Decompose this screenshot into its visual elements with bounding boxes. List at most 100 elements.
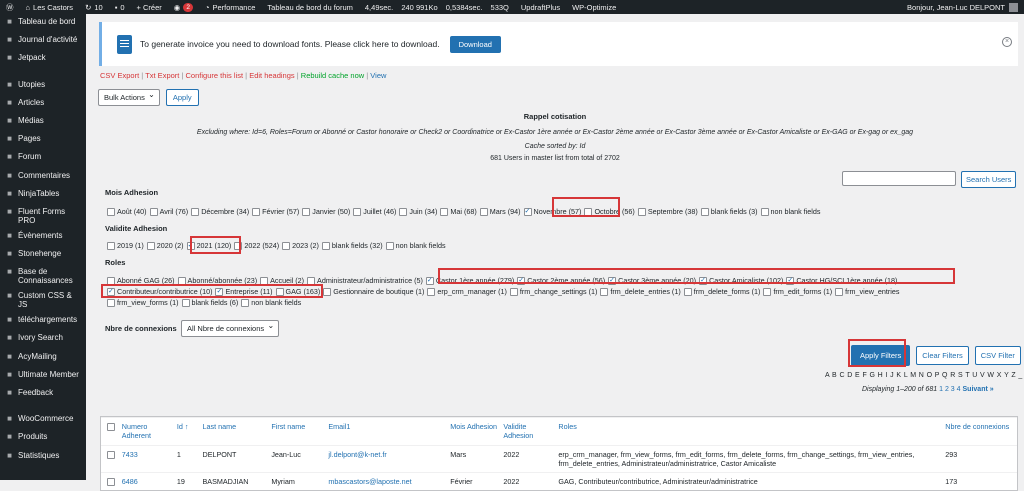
filter-checkbox[interactable] bbox=[700, 207, 709, 216]
filter-checkbox[interactable] bbox=[107, 241, 115, 250]
column-header[interactable]: Id ↑ bbox=[174, 418, 200, 445]
filter-checkbox[interactable] bbox=[760, 207, 769, 216]
table-cell[interactable]: mbascastors@laposte.net bbox=[325, 473, 447, 490]
filter-checkbox[interactable] bbox=[321, 241, 330, 250]
column-header[interactable]: Email1 bbox=[325, 418, 447, 445]
sidebar-item[interactable]: ■ Fluent Forms PRO bbox=[0, 204, 86, 228]
row-checkbox[interactable] bbox=[101, 446, 119, 472]
txt-export-link[interactable]: Txt Export bbox=[145, 71, 179, 80]
filter-checkbox[interactable] bbox=[509, 287, 518, 296]
sidebar-item[interactable]: ■ Évènements bbox=[0, 228, 86, 246]
sidebar-item[interactable]: ■ Ultimate Member bbox=[0, 367, 86, 385]
bulk-actions-select[interactable]: Bulk Actions bbox=[98, 89, 160, 106]
filter-checkbox[interactable] bbox=[146, 241, 155, 250]
sidebar-item[interactable]: ■ Ivory Search bbox=[0, 330, 86, 348]
filter-checkbox[interactable] bbox=[302, 207, 311, 216]
performance-link[interactable]: ◔ Performance bbox=[199, 3, 261, 12]
table-cell[interactable]: 7433 bbox=[119, 446, 174, 472]
table-cell[interactable]: 6486 bbox=[119, 473, 174, 490]
column-header[interactable]: Nbre de connexions bbox=[942, 418, 1017, 445]
sidebar-item[interactable]: ■ NinjaTables bbox=[0, 186, 86, 204]
sidebar-item[interactable]: ■ AcyMailing bbox=[0, 349, 86, 367]
filter-checkbox[interactable] bbox=[107, 298, 115, 307]
page-4-link[interactable]: 4 bbox=[957, 386, 961, 393]
search-input[interactable] bbox=[842, 171, 956, 186]
sidebar-item[interactable]: ■ Stonehenge bbox=[0, 246, 86, 264]
filter-checkbox[interactable] bbox=[149, 207, 158, 216]
filter-checkbox[interactable] bbox=[440, 207, 449, 216]
column-header[interactable]: Mois Adhesion bbox=[447, 418, 500, 445]
column-header[interactable]: Validite Adhesion bbox=[500, 418, 555, 445]
letter-filter[interactable]: A B C D E F G H I J K L M N O P Q R S T … bbox=[825, 371, 1024, 379]
sidebar-item[interactable]: ■ Jetpack bbox=[0, 50, 86, 68]
sidebar-item[interactable]: ■ Médias bbox=[0, 113, 86, 131]
page-1-link[interactable]: 1 bbox=[939, 386, 943, 393]
column-header[interactable]: Numero Adherent bbox=[119, 418, 174, 445]
sidebar-item[interactable]: ■ Tableau de bord bbox=[0, 14, 86, 32]
create-menu[interactable]: + Créer bbox=[131, 3, 168, 12]
sidebar-item[interactable]: ■ Utopies bbox=[0, 77, 86, 95]
filter-checkbox[interactable] bbox=[385, 241, 394, 250]
filter-checkbox[interactable] bbox=[835, 287, 844, 296]
column-header[interactable]: First name bbox=[268, 418, 325, 445]
filter-checkbox[interactable] bbox=[107, 207, 115, 216]
filter-checkbox[interactable] bbox=[353, 207, 362, 216]
search-users-button[interactable]: Search Users bbox=[961, 171, 1017, 188]
plugin-badge-link[interactable]: ◉ 2 bbox=[168, 2, 199, 12]
page-2-link[interactable]: 2 bbox=[945, 386, 949, 393]
clear-filters-button[interactable]: Clear Filters bbox=[916, 346, 969, 365]
sidebar-item[interactable]: ■ Articles bbox=[0, 95, 86, 113]
filter-checkbox[interactable] bbox=[425, 276, 434, 285]
filter-checkbox[interactable] bbox=[637, 207, 646, 216]
query-monitor[interactable]: 4,49sec. 240 991Ko 0,5384sec. 533Q bbox=[359, 3, 515, 12]
rebuild-cache-link[interactable]: Rebuild cache now bbox=[301, 71, 364, 80]
view-link[interactable]: View bbox=[370, 71, 386, 80]
updraft-link[interactable]: UpdraftPlus bbox=[515, 3, 566, 12]
filter-checkbox[interactable] bbox=[600, 287, 609, 296]
filter-checkbox[interactable] bbox=[427, 287, 436, 296]
sidebar-item[interactable]: ■ téléchargements bbox=[0, 312, 86, 330]
row-checkbox[interactable] bbox=[101, 473, 119, 490]
user-menu[interactable]: Bonjour, Jean-Luc DELPONT bbox=[907, 2, 1024, 12]
sidebar-item[interactable]: ■ Statistiques bbox=[0, 448, 86, 466]
dismiss-icon[interactable]: × bbox=[1002, 37, 1012, 47]
filter-checkbox[interactable] bbox=[191, 207, 200, 216]
connexions-select[interactable]: All Nbre de connexions bbox=[181, 320, 280, 337]
sidebar-item[interactable]: ■ Produits bbox=[0, 429, 86, 447]
sidebar-item[interactable]: ■ Base de Connaissances bbox=[0, 264, 86, 288]
filter-checkbox[interactable] bbox=[282, 241, 291, 250]
page-3-link[interactable]: 3 bbox=[951, 386, 955, 393]
select-all-checkbox[interactable] bbox=[101, 418, 119, 445]
updates-link[interactable]: ↻ 10 bbox=[79, 3, 109, 12]
download-button[interactable]: Download bbox=[449, 35, 501, 53]
configure-list-link[interactable]: Configure this list bbox=[186, 71, 244, 80]
sidebar-item[interactable]: ■ Feedback bbox=[0, 385, 86, 403]
csv-filter-button[interactable]: CSV Filter bbox=[974, 346, 1021, 365]
table-cell[interactable]: jl.delpont@k-net.fr bbox=[325, 446, 447, 472]
forum-dashboard-link[interactable]: Tableau de bord du forum bbox=[261, 3, 358, 12]
comments-link[interactable]: ▪ 0 bbox=[109, 3, 131, 12]
site-name[interactable]: ⌂ Les Castors bbox=[20, 3, 80, 12]
wp-logo-icon[interactable]: Ⓦ bbox=[0, 2, 20, 13]
filter-checkbox[interactable] bbox=[523, 207, 532, 216]
next-page-link[interactable]: Suivant » bbox=[963, 386, 994, 393]
filter-checkbox[interactable] bbox=[683, 287, 692, 296]
filter-checkbox[interactable] bbox=[763, 287, 772, 296]
edit-headings-link[interactable]: Edit headings bbox=[249, 71, 294, 80]
filter-checkbox[interactable] bbox=[181, 298, 190, 307]
sidebar-item[interactable]: ■ Forum bbox=[0, 149, 86, 167]
column-header[interactable]: Roles bbox=[555, 418, 942, 445]
csv-export-link[interactable]: CSV Export bbox=[100, 71, 139, 80]
filter-checkbox[interactable] bbox=[241, 298, 250, 307]
filter-checkbox[interactable] bbox=[399, 207, 408, 216]
sidebar-item[interactable]: ■ Custom CSS & JS bbox=[0, 288, 86, 312]
apply-button[interactable]: Apply bbox=[165, 89, 199, 106]
filter-checkbox[interactable] bbox=[252, 207, 261, 216]
column-header[interactable]: Last name bbox=[200, 418, 269, 445]
sidebar-item[interactable]: ■ Journal d'activité bbox=[0, 32, 86, 50]
wp-optimize-link[interactable]: WP-Optimize bbox=[566, 3, 622, 12]
filter-checkbox[interactable] bbox=[323, 287, 332, 296]
sidebar-item[interactable]: ■ Commentaires bbox=[0, 168, 86, 186]
sidebar-item[interactable]: ■ Pages bbox=[0, 131, 86, 149]
filter-checkbox[interactable] bbox=[479, 207, 488, 216]
